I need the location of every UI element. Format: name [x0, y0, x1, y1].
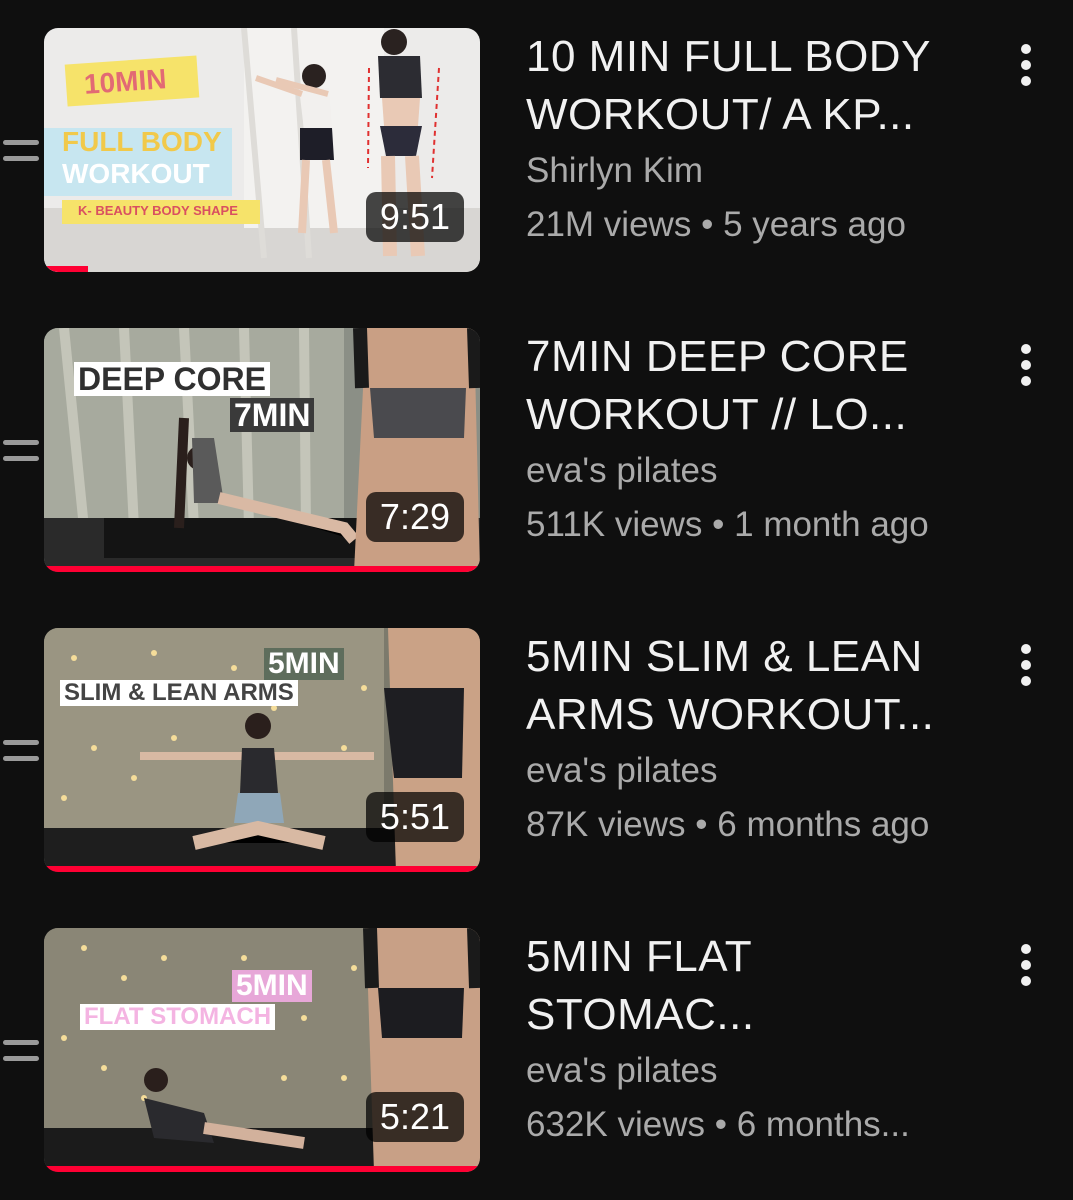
thumbnail-overlay-text: 7MIN — [230, 398, 315, 432]
more-vertical-icon[interactable] — [1016, 944, 1036, 988]
video-thumbnail[interactable]: DEEP CORE 7MIN 7:29 — [44, 328, 480, 572]
video-title[interactable]: 10 MIN FULL BODY WORKOUT/ A KP... — [526, 28, 996, 144]
video-meta[interactable]: 5MIN SLIM & LEAN ARMS WORKOUT... eva's pi… — [526, 628, 996, 852]
thumbnail-overlay-text: FULL BODY — [62, 126, 222, 157]
channel-name: eva's pilates — [526, 1051, 718, 1090]
thumbnail-overlay-text: K- BEAUTY BODY SHAPE — [78, 203, 238, 218]
video-thumbnail[interactable]: 10MIN FULL BODY WORKOUT K- BEAUTY BODY S… — [44, 28, 480, 272]
thumbnail-overlay-text: SLIM & LEAN ARMS — [60, 680, 298, 706]
thumbnail-overlay-text: DEEP CORE — [74, 362, 270, 396]
video-meta[interactable]: 10 MIN FULL BODY WORKOUT/ A KP... Shirlyn… — [526, 28, 996, 252]
thumbnail-overlay-text: 5MIN — [232, 970, 312, 1002]
watch-progress-bar — [44, 566, 480, 572]
duration-badge: 5:21 — [365, 1092, 464, 1142]
channel-name: Shirlyn Kim — [526, 151, 703, 190]
video-title[interactable]: 5MIN SLIM & LEAN ARMS WORKOUT... — [526, 628, 996, 744]
video-stats: 632K views • 6 months... — [526, 1105, 910, 1144]
more-vertical-icon[interactable] — [1016, 44, 1036, 88]
video-meta[interactable]: 7MIN DEEP CORE WORKOUT // LO... eva's pil… — [526, 328, 996, 552]
video-row[interactable]: DEEP CORE 7MIN 7:29 7MIN DEEP CORE WORKOU… — [0, 328, 1073, 578]
video-title[interactable]: 7MIN DEEP CORE WORKOUT // LO... — [526, 328, 996, 444]
video-thumbnail[interactable]: 5MIN FLAT STOMACH 5:21 — [44, 928, 480, 1172]
drag-handle-icon[interactable] — [3, 1036, 39, 1066]
thumbnail-overlay-text: FLAT STOMACH — [80, 1004, 276, 1030]
thumbnail-overlay-text: 5MIN — [264, 648, 344, 680]
video-thumbnail[interactable]: 5MIN SLIM & LEAN ARMS 5:51 — [44, 628, 480, 872]
video-meta[interactable]: 5MIN FLAT STOMAC... eva's pilates 632K vi… — [526, 928, 996, 1152]
more-vertical-icon[interactable] — [1016, 344, 1036, 388]
duration-badge: 9:51 — [365, 192, 464, 242]
watch-progress-bar — [44, 266, 88, 272]
video-stats: 87K views • 6 months ago — [526, 805, 930, 844]
drag-handle-icon[interactable] — [3, 136, 39, 166]
watch-progress-bar — [44, 866, 480, 872]
watch-progress-bar — [44, 1166, 480, 1172]
duration-badge: 7:29 — [365, 492, 464, 542]
thumbnail-overlay-text: 10MIN — [82, 63, 168, 100]
more-vertical-icon[interactable] — [1016, 644, 1036, 688]
playlist-video-list: 10MIN FULL BODY WORKOUT K- BEAUTY BODY S… — [0, 0, 1073, 1200]
video-stats: 21M views • 5 years ago — [526, 205, 906, 244]
video-row[interactable]: 10MIN FULL BODY WORKOUT K- BEAUTY BODY S… — [0, 28, 1073, 278]
thumbnail-overlay-text: WORKOUT — [62, 158, 210, 189]
drag-handle-icon[interactable] — [3, 436, 39, 466]
video-row[interactable]: 5MIN FLAT STOMACH 5:21 5MIN FLAT STOMAC..… — [0, 928, 1073, 1178]
channel-name: eva's pilates — [526, 451, 718, 490]
video-title[interactable]: 5MIN FLAT STOMAC... — [526, 928, 996, 1044]
drag-handle-icon[interactable] — [3, 736, 39, 766]
channel-name: eva's pilates — [526, 751, 718, 790]
video-stats: 511K views • 1 month ago — [526, 505, 929, 544]
duration-badge: 5:51 — [365, 792, 464, 842]
video-row[interactable]: 5MIN SLIM & LEAN ARMS 5:51 5MIN SLIM & L… — [0, 628, 1073, 878]
